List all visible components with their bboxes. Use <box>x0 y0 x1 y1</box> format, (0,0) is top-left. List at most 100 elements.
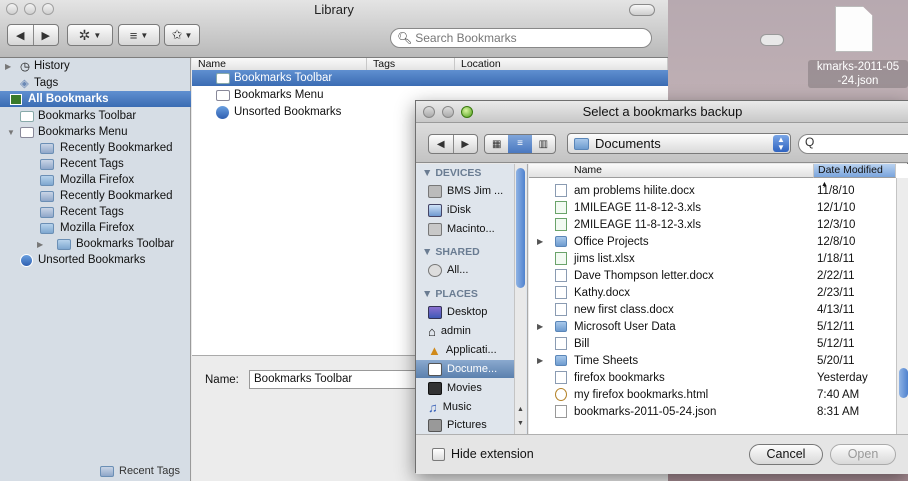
cancel-button[interactable]: Cancel <box>749 444 823 465</box>
import-backup-button[interactable]: ✩ ▼ <box>164 24 200 46</box>
file-row[interactable]: 2MILEAGE 11-8-12-3.xls 12/3/10 <box>529 216 908 233</box>
sidebar-item-label: All Bookmarks <box>28 93 109 105</box>
chevron-down-icon: ▼ <box>93 30 102 40</box>
sidebar-item-unsorted-bookmarks[interactable]: Unsorted Bookmarks <box>0 252 191 268</box>
sidebar-item-admin[interactable]: ⌂ admin <box>428 322 526 340</box>
file-date: 8:31 AM <box>817 405 860 418</box>
location-popup[interactable]: Documents ▲ ▼ <box>567 133 791 154</box>
file-row[interactable]: am problems hilite.docx 11/8/10 <box>529 182 908 199</box>
sidebar-item-recent-tags[interactable]: Recent Tags <box>0 156 191 172</box>
minimize-window-button[interactable] <box>442 106 454 118</box>
sidebar-item-macintosh-hd[interactable]: Macinto... <box>428 220 526 238</box>
icon-view-icon[interactable]: ▦ <box>485 139 508 150</box>
file-row[interactable]: my firefox bookmarks.html 7:40 AM <box>529 386 908 403</box>
hide-extension-checkbox[interactable] <box>432 448 445 461</box>
file-list-scrollbar[interactable] <box>896 178 908 434</box>
sidebar-item-device-bms[interactable]: BMS Jim ... <box>428 182 526 200</box>
disclosure-triangle-icon[interactable]: ▶ <box>537 237 543 246</box>
column-header-name[interactable]: Name <box>529 164 814 178</box>
sidebar-item-documents[interactable]: Docume... <box>416 360 526 378</box>
folder-row[interactable]: ▶ Microsoft User Data 5/12/11 <box>529 318 908 335</box>
sidebar-item-label: Mozilla Firefox <box>60 222 135 234</box>
sidebar-item-recent-tags-2[interactable]: Recent Tags <box>0 204 191 220</box>
file-row[interactable]: bookmarks-2011-05-24.json 8:31 AM <box>529 403 908 420</box>
sidebar-item-bookmarks-toolbar[interactable]: Bookmarks Toolbar <box>0 108 191 124</box>
sidebar-item-label: Bookmarks Toolbar <box>38 110 137 122</box>
sidebar-item-label: Unsorted Bookmarks <box>38 254 146 266</box>
sidebar-scroll-thumb[interactable] <box>516 168 525 288</box>
sidebar-item-pictures[interactable]: Pictures <box>428 416 526 434</box>
column-view-icon[interactable]: ▥ <box>532 139 555 150</box>
name-field[interactable]: Bookmarks Toolbar <box>249 370 417 389</box>
file-row[interactable]: Dave Thompson letter.docx 2/22/11 <box>529 267 908 284</box>
column-header-date-modified[interactable]: Date Modified ▲ <box>814 164 896 188</box>
sidebar-item-desktop[interactable]: Desktop <box>428 303 526 321</box>
disclosure-triangle-icon[interactable]: ▶ <box>37 240 43 249</box>
sidebar-item-tags[interactable]: ◈ Tags <box>0 75 191 91</box>
scroll-down-arrow-icon[interactable]: ▼ <box>517 420 524 427</box>
sidebar-item-mozilla-firefox-2[interactable]: Mozilla Firefox <box>0 220 191 236</box>
back-forward-buttons[interactable]: ◀ ▶ <box>428 134 478 154</box>
sidebar-item-all-bookmarks[interactable]: All Bookmarks <box>0 91 191 107</box>
folder-row[interactable]: ▶ Time Sheets 5/20/11 <box>529 352 908 369</box>
search-bookmarks-field[interactable]: 🔍︎ Search Bookmarks <box>390 28 652 48</box>
views-menu-button[interactable]: ≡ ▼ <box>118 24 160 46</box>
sidebar-scrollbar[interactable]: ▲ ▼ <box>514 164 526 434</box>
back-arrow-icon[interactable]: ◀ <box>8 29 33 42</box>
back-forward-buttons[interactable]: ◀ ▶ <box>7 24 59 46</box>
sidebar-header-places[interactable]: ▼ PLACES <box>422 288 478 300</box>
sidebar-item-mozilla-firefox[interactable]: Mozilla Firefox <box>0 172 191 188</box>
search-placeholder: Search Bookmarks <box>415 31 517 45</box>
forward-arrow-icon[interactable]: ▶ <box>34 29 59 42</box>
scroll-up-arrow-icon[interactable]: ▲ <box>517 406 524 413</box>
row-name: Bookmarks Toolbar <box>234 72 333 84</box>
library-sidebar: ▶ ◷ History ◈ Tags All Bookmarks Bookmar… <box>0 58 191 481</box>
file-name: 2MILEAGE 11-8-12-3.xls <box>574 218 701 231</box>
sidebar-item-all-shared[interactable]: All... <box>428 261 526 279</box>
sidebar-item-recently-bookmarked[interactable]: Recently Bookmarked <box>0 140 191 156</box>
dialog-search-field[interactable]: Q <box>798 134 908 154</box>
sidebar-header-devices[interactable]: ▼ DEVICES <box>422 167 481 179</box>
sidebar-item-idisk[interactable]: iDisk <box>428 201 526 219</box>
sidebar-item-recently-bookmarked-2[interactable]: Recently Bookmarked <box>0 188 191 204</box>
file-row[interactable]: jims list.xlsx 1/18/11 <box>529 250 908 267</box>
open-button[interactable]: Open <box>830 444 896 465</box>
file-date: 11/8/10 <box>817 184 855 197</box>
forward-arrow-icon[interactable]: ▶ <box>454 139 478 150</box>
view-mode-buttons[interactable]: ▦ ≡ ▥ <box>484 134 556 154</box>
disclosure-triangle-icon[interactable]: ▶ <box>537 356 543 365</box>
organize-menu-button[interactable]: ✲ ▼ <box>67 24 113 46</box>
sidebar-header-shared[interactable]: ▼ SHARED <box>422 246 480 258</box>
disclosure-triangle-open-icon[interactable]: ▼ <box>7 128 15 137</box>
file-name: am problems hilite.docx <box>574 184 695 197</box>
list-row-bookmarks-toolbar[interactable]: Bookmarks Toolbar <box>192 70 668 86</box>
sidebar-item-bookmarks-menu[interactable]: ▼ Bookmarks Menu <box>0 124 191 140</box>
desktop-file-json[interactable]: kmarks-2011-05 -24.json <box>800 0 908 110</box>
sidebar-item-applications[interactable]: ▲ Applicati... <box>428 341 526 359</box>
disclosure-triangle-icon[interactable]: ▶ <box>537 322 543 331</box>
sidebar-item-music[interactable]: ♫ Music <box>428 398 526 416</box>
file-row[interactable]: Kathy.docx 2/23/11 <box>529 284 908 301</box>
sidebar-item-bookmarks-toolbar-2[interactable]: ▶ Bookmarks Toolbar <box>0 236 191 252</box>
sidebar-item-label: History <box>34 60 70 72</box>
folder-row[interactable]: ▶ Office Projects 12/8/10 <box>529 233 908 250</box>
excel-document-icon <box>555 201 567 214</box>
zoom-window-button[interactable] <box>461 106 473 118</box>
toolbar-toggle-button[interactable] <box>629 4 655 16</box>
sidebar-item-recent-tags-bottom[interactable]: Recent Tags <box>100 465 180 477</box>
file-row[interactable]: firefox bookmarks Yesterday <box>529 369 908 386</box>
library-titlebar: Library ◀ ▶ ✲ ▼ ≡ ▼ ✩ ▼ 🔍︎ Search Bookma… <box>0 0 668 58</box>
file-row[interactable]: 1MILEAGE 11-8-12-3.xls 12/1/10 <box>529 199 908 216</box>
close-window-button[interactable] <box>423 106 435 118</box>
sidebar-item-history[interactable]: ▶ ◷ History <box>0 58 191 74</box>
sidebar-item-movies[interactable]: Movies <box>428 379 526 397</box>
tag-icon: ◈ <box>20 78 29 90</box>
file-row[interactable]: new first class.docx 4/13/11 <box>529 301 908 318</box>
sidebar-item-label: Desktop <box>447 306 488 318</box>
back-arrow-icon[interactable]: ◀ <box>429 139 453 150</box>
file-row[interactable]: Bill 5/12/11 <box>529 335 908 352</box>
file-list-scroll-thumb[interactable] <box>899 368 908 398</box>
list-view-icon[interactable]: ≡ <box>508 135 532 153</box>
disclosure-triangle-icon[interactable]: ▶ <box>5 62 11 71</box>
sidebar-item-label: Tags <box>34 77 59 89</box>
